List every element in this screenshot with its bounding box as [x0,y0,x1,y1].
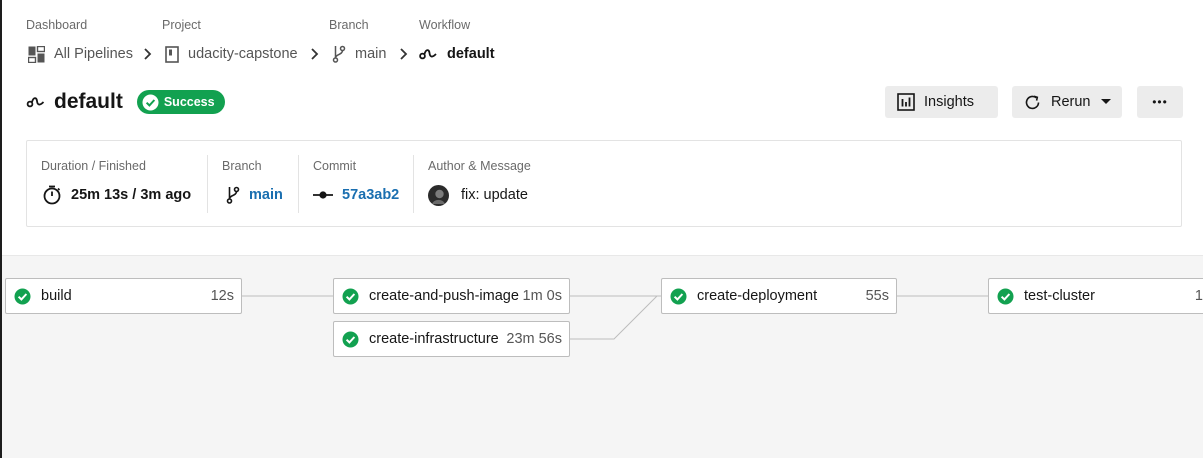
git-branch-icon [226,186,240,204]
job-duration: 55s [865,288,889,304]
status-badge: Success [136,90,225,114]
job-create-and-push-image[interactable]: create-and-push-image 1m 0s [333,278,570,314]
breadcrumb-header-project: Project [162,18,201,32]
caret-down-icon [1100,99,1111,104]
job-test-cluster[interactable]: test-cluster 12 [988,278,1203,314]
page-header: default Success [26,88,225,116]
breadcrumb-project-label: udacity-capstone [188,46,298,62]
commit-label: Commit [313,159,357,173]
job-duration: 23m 56s [506,331,562,347]
commit-link[interactable]: 57a3ab2 [342,187,399,203]
job-name: create-deployment [697,288,818,304]
breadcrumb-branch[interactable]: main [332,44,386,64]
breadcrumb-header-workflow: Workflow [419,18,471,32]
job-duration: 1m 0s [522,288,563,304]
status-badge-label: Success [163,95,215,109]
duration-label: Duration / Finished [41,159,146,173]
chevron-right-icon [311,48,319,60]
check-circle-icon [142,94,159,110]
job-build[interactable]: build 12s [5,278,242,314]
insights-button-label: Insights [924,94,974,110]
breadcrumb-dashboard[interactable]: All Pipelines [28,44,133,64]
breadcrumb-project[interactable]: udacity-capstone [165,44,298,64]
workflow-graph: build 12s create-and-push-image 1m 0s cr… [2,255,1203,458]
rerun-button[interactable]: Rerun [1012,86,1122,118]
job-name: test-cluster [1024,288,1095,304]
check-circle-icon [342,331,359,347]
workflow-icon [419,49,437,60]
refresh-icon [1025,94,1040,109]
check-circle-icon [670,288,687,304]
author-label: Author & Message [428,159,531,173]
more-actions-button[interactable]: ••• [1137,86,1183,118]
job-create-infrastructure[interactable]: create-infrastructure 23m 56s [333,321,570,357]
git-commit-icon [313,191,333,199]
breadcrumb-header-dashboard: Dashboard [26,18,88,32]
workflow-icon [26,97,45,108]
bar-chart-icon [897,93,915,111]
duration-value: 25m 13s / 3m ago [42,183,191,207]
divider [413,155,414,213]
breadcrumb-dashboard-label: All Pipelines [54,46,133,62]
breadcrumb-workflow-label: default [447,46,495,62]
job-name: build [41,288,72,304]
git-branch-icon [332,45,346,63]
check-circle-icon [342,288,359,304]
breadcrumb-header-branch: Branch [329,18,369,32]
dashboard-icon [28,45,45,63]
job-name: create-and-push-image [369,288,519,304]
project-icon [165,45,179,63]
divider [298,155,299,213]
breadcrumb-branch-label: main [355,46,387,62]
chevron-right-icon [400,48,408,60]
branch-value[interactable]: main [226,183,283,207]
avatar[interactable] [428,184,449,206]
divider [207,155,208,213]
author-value: fix: update [428,183,528,207]
commit-message: fix: update [461,187,528,203]
commit-value[interactable]: 57a3ab2 [313,183,399,207]
more-icon: ••• [1152,95,1168,109]
chevron-right-icon [144,48,152,60]
check-circle-icon [997,288,1014,304]
duration-text: 25m 13s / 3m ago [71,187,192,203]
breadcrumb-workflow[interactable]: default [419,44,495,64]
insights-button[interactable]: Insights [885,86,998,118]
check-circle-icon [14,288,31,304]
rerun-button-label: Rerun [1051,94,1091,110]
page-title: default [54,90,123,113]
stopwatch-icon [43,185,61,205]
job-duration: 12s [210,288,234,304]
job-create-deployment[interactable]: create-deployment 55s [661,278,897,314]
job-name: create-infrastructure [369,331,499,347]
branch-label: Branch [222,159,262,173]
pipeline-summary-panel: Duration / Finished 25m 13s / 3m ago Bra… [26,140,1182,227]
job-duration: 12 [1194,288,1203,304]
branch-link[interactable]: main [249,187,283,203]
